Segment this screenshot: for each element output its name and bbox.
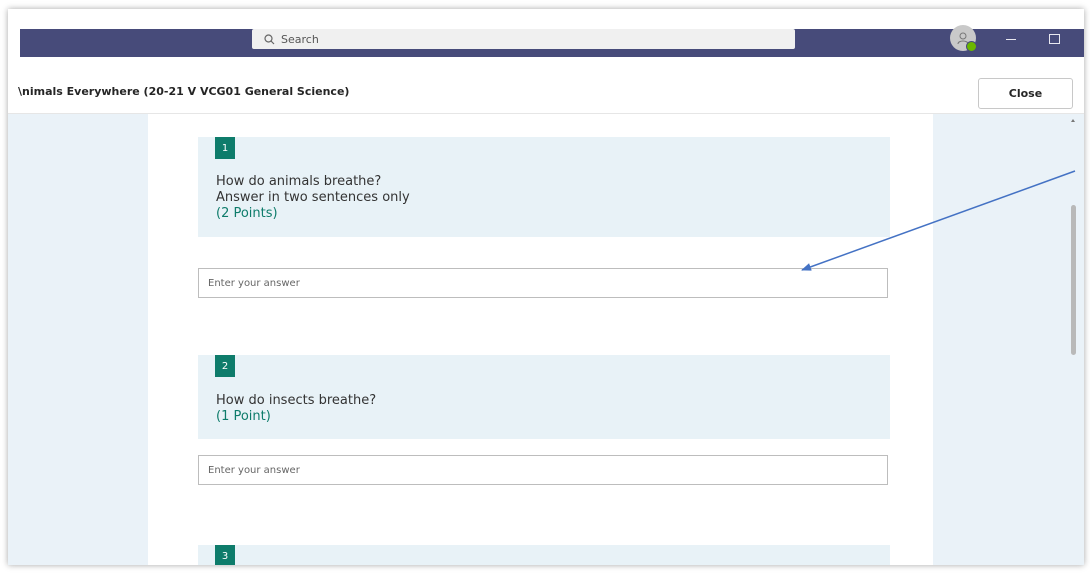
question-line: Answer in two sentences only xyxy=(216,190,410,205)
question-line: How do animals breathe? xyxy=(216,174,382,189)
search-placeholder: Search xyxy=(281,32,319,46)
question-text: How do insects breathe? (1 Point) xyxy=(216,393,376,425)
scrollbar-thumb[interactable] xyxy=(1071,205,1076,355)
presence-status-dot xyxy=(966,41,977,52)
form-content-area: 1 How do animals breathe? Answer in two … xyxy=(8,114,1084,565)
question-number-badge: 2 xyxy=(215,355,235,377)
minimize-button[interactable] xyxy=(1002,31,1020,47)
question-card-1: 1 How do animals breathe? Answer in two … xyxy=(198,137,890,237)
scroll-up-icon[interactable] xyxy=(1071,119,1075,122)
question-line: How do insects breathe? xyxy=(216,393,377,408)
close-button[interactable]: Close xyxy=(978,78,1073,109)
form-page: 1 How do animals breathe? Answer in two … xyxy=(148,114,933,565)
title-bar: Search xyxy=(20,25,1084,57)
answer-input-1[interactable]: Enter your answer xyxy=(198,268,888,298)
minimize-icon xyxy=(1006,38,1016,40)
vertical-scrollbar[interactable] xyxy=(1070,119,1076,559)
form-header: \nimals Everywhere (20-21 V VCG01 Genera… xyxy=(8,69,1084,114)
question-number-badge: 3 xyxy=(215,545,235,565)
maximize-button[interactable] xyxy=(1045,31,1063,47)
maximize-icon xyxy=(1048,34,1060,44)
question-points: (2 Points) xyxy=(216,206,278,221)
answer-input-2[interactable]: Enter your answer xyxy=(198,455,888,485)
page-title: \nimals Everywhere (20-21 V VCG01 Genera… xyxy=(18,85,350,98)
search-icon xyxy=(264,33,275,45)
avatar[interactable] xyxy=(950,25,977,52)
question-points: (1 Point) xyxy=(216,409,271,424)
question-text: How do animals breathe? Answer in two se… xyxy=(216,174,410,222)
app-window: Search \nimals Everywhere (20-21 V VCG01… xyxy=(8,9,1084,565)
question-card-2: 2 How do insects breathe? (1 Point) xyxy=(198,355,890,439)
question-number-badge: 1 xyxy=(215,137,235,159)
question-card-3: 3 xyxy=(198,545,890,565)
search-box[interactable]: Search xyxy=(252,29,795,49)
